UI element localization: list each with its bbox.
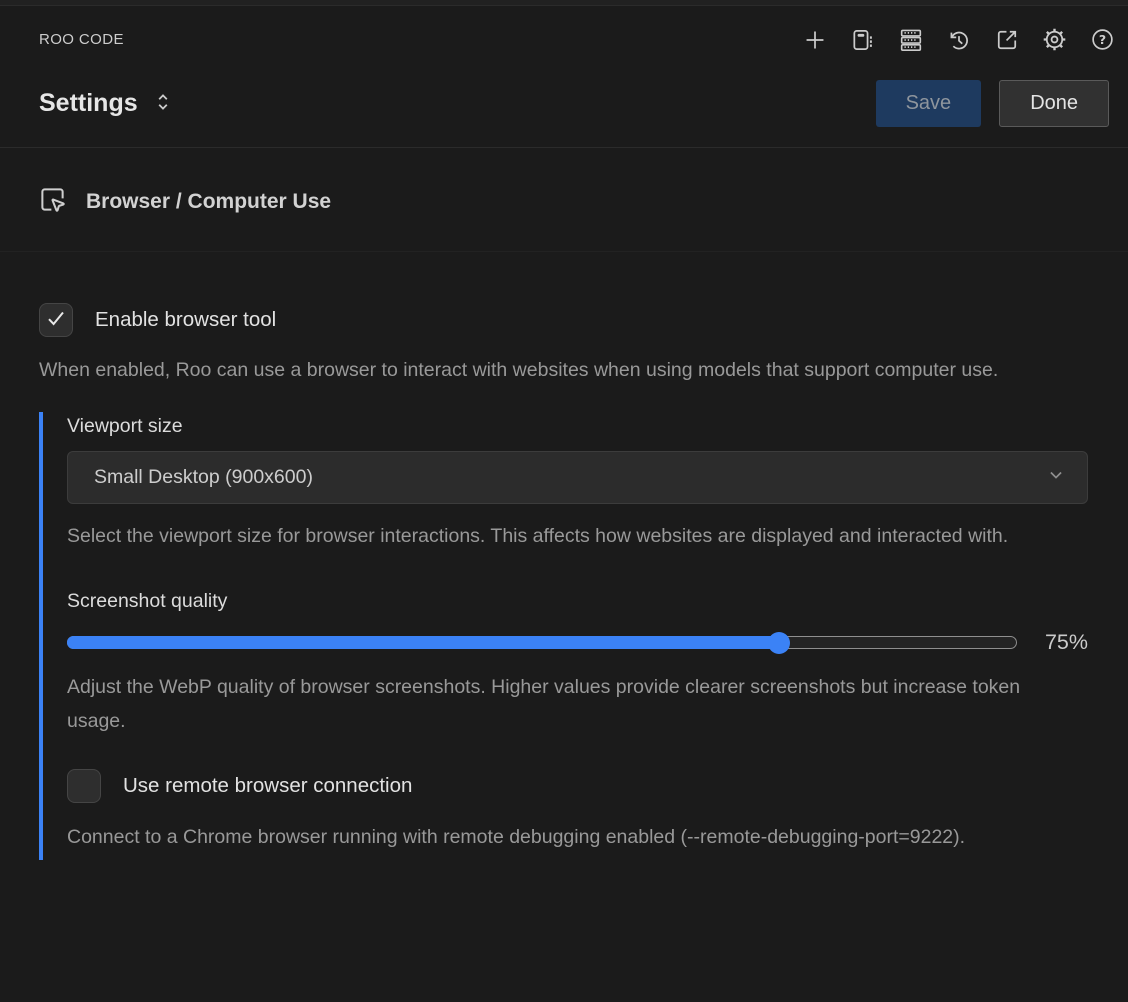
viewport-size-select[interactable]: Small Desktop (900x600) xyxy=(67,451,1088,504)
screenshot-quality-description: Adjust the WebP quality of browser scree… xyxy=(67,670,1077,738)
slider-thumb[interactable] xyxy=(768,632,790,654)
enable-browser-tool-checkbox[interactable] xyxy=(39,303,73,337)
checkmark-icon xyxy=(44,306,68,335)
help-button[interactable]: ? xyxy=(1089,26,1116,53)
screenshot-quality-slider-row: 75% xyxy=(67,630,1088,655)
enable-browser-tool-label: Enable browser tool xyxy=(95,308,276,332)
enable-browser-tool-description: When enabled, Roo can use a browser to i… xyxy=(39,353,1049,387)
done-button[interactable]: Done xyxy=(999,80,1109,127)
app-header: ROO CODE xyxy=(0,6,1128,53)
prompts-button[interactable] xyxy=(849,26,876,53)
square-mouse-pointer-icon xyxy=(39,186,66,218)
new-task-button[interactable] xyxy=(801,26,828,53)
screenshot-quality-label: Screenshot quality xyxy=(67,590,1088,613)
plus-icon xyxy=(802,27,828,53)
section-header: Browser / Computer Use xyxy=(0,148,1128,252)
sections-unfold-button[interactable] xyxy=(153,89,173,118)
chevron-down-icon xyxy=(1047,466,1065,489)
enable-browser-tool-checkbox-row[interactable]: Enable browser tool xyxy=(39,303,1088,337)
screenshot-quality-value: 75% xyxy=(1036,630,1088,655)
browser-settings-group: Viewport size Small Desktop (900x600) Se… xyxy=(39,412,1088,860)
open-in-editor-icon xyxy=(994,27,1020,53)
settings-content: Enable browser tool When enabled, Roo ca… xyxy=(0,303,1128,860)
settings-bar: Settings Save Done xyxy=(0,53,1128,147)
mcp-servers-icon xyxy=(898,27,924,53)
slider-fill xyxy=(67,636,778,649)
settings-gear-button[interactable] xyxy=(1041,26,1068,53)
remote-browser-description: Connect to a Chrome browser running with… xyxy=(67,820,1027,854)
mcp-servers-button[interactable] xyxy=(897,26,924,53)
screenshot-quality-slider[interactable] xyxy=(67,636,1017,649)
toolbar: ? xyxy=(801,26,1116,53)
remote-browser-label: Use remote browser connection xyxy=(123,774,412,798)
viewport-size-label: Viewport size xyxy=(67,415,183,437)
svg-text:?: ? xyxy=(1099,32,1106,47)
remote-browser-checkbox-row[interactable]: Use remote browser connection xyxy=(67,769,1088,803)
gear-icon xyxy=(1041,26,1068,53)
unfold-icon xyxy=(153,89,173,118)
prompts-icon xyxy=(850,27,876,53)
history-icon xyxy=(946,27,972,53)
page-title: Settings xyxy=(39,89,138,118)
viewport-size-description: Select the viewport size for browser int… xyxy=(67,519,1077,553)
open-in-editor-button[interactable] xyxy=(993,26,1020,53)
save-button[interactable]: Save xyxy=(876,80,982,127)
history-button[interactable] xyxy=(945,26,972,53)
help-icon: ? xyxy=(1090,27,1115,52)
app-title: ROO CODE xyxy=(39,31,124,48)
remote-browser-checkbox[interactable] xyxy=(67,769,101,803)
section-title: Browser / Computer Use xyxy=(86,190,331,214)
viewport-size-selected-value: Small Desktop (900x600) xyxy=(94,466,313,489)
